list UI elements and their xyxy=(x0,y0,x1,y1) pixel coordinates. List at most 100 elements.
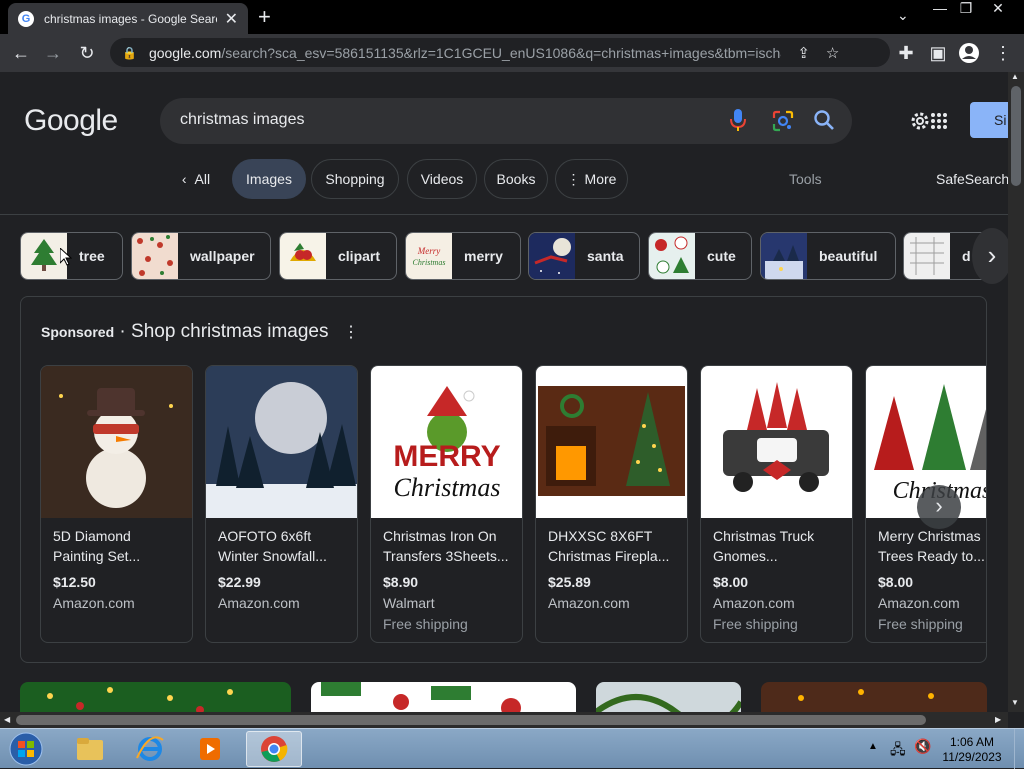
product-title: AOFOTO 6x6ft Winter Snowfall... xyxy=(218,528,327,564)
system-clock[interactable]: 1:06 AM 11/29/2023 xyxy=(936,735,1008,765)
horizontal-scrollbar[interactable]: ◀ ▶ xyxy=(0,712,1008,728)
sign-in-button[interactable]: Si xyxy=(970,102,1008,138)
product-card[interactable]: DHXXSC 8X6FT Christmas Firepla... $25.89… xyxy=(535,365,688,643)
filter-all-label: All xyxy=(194,171,211,187)
safesearch-button[interactable]: SafeSearch xyxy=(936,171,1008,187)
related-chip-santa[interactable]: santa xyxy=(528,232,640,280)
related-chip-clipart[interactable]: clipart xyxy=(279,232,397,280)
forward-arrow-icon[interactable]: → xyxy=(40,40,66,66)
share-icon[interactable]: ⇪ xyxy=(797,44,810,62)
internet-explorer-taskbar[interactable] xyxy=(122,731,178,767)
product-title: Merry Christmas Trees Ready to... xyxy=(878,528,985,564)
filter-more-label: More xyxy=(584,171,617,187)
santa-thumbnail xyxy=(529,233,575,279)
filter-more[interactable]: ⋮ More xyxy=(555,159,628,199)
settings-gear-icon[interactable] xyxy=(908,109,932,133)
reload-icon[interactable]: ↻ xyxy=(74,40,100,66)
tab-title: christmas images - Google Search xyxy=(44,11,217,26)
scroll-down-arrow-icon[interactable]: ▼ xyxy=(1011,698,1019,707)
horizontal-scroll-thumb[interactable] xyxy=(16,715,926,725)
scroll-right-arrow-icon[interactable]: ▶ xyxy=(995,715,1001,724)
file-explorer-taskbar[interactable] xyxy=(62,731,118,767)
folder-icon xyxy=(77,738,103,760)
product-title: 5D Diamond Painting Set... xyxy=(53,528,141,564)
kebab-menu-icon[interactable]: ⋮ xyxy=(990,40,1016,66)
product-store: Amazon.com xyxy=(878,595,960,611)
chrome-taskbar[interactable] xyxy=(246,731,302,767)
internet-explorer-icon xyxy=(136,736,164,761)
filter-books[interactable]: Books xyxy=(484,159,548,199)
product-store: Amazon.com xyxy=(548,595,630,611)
google-apps-icon[interactable] xyxy=(930,112,948,130)
tab-search-chevron-icon[interactable]: ⌄ xyxy=(897,7,909,24)
related-label: beautiful xyxy=(819,248,878,264)
minimize-button[interactable]: — xyxy=(926,0,954,18)
search-icon[interactable] xyxy=(812,108,836,132)
address-bar[interactable]: 🔒 google.com /search?sca_esv=586151135&r… xyxy=(110,38,890,67)
search-query[interactable]: christmas images xyxy=(180,111,304,129)
scroll-left-arrow-icon[interactable]: ◀ xyxy=(4,715,10,724)
related-chip-cute[interactable]: cute xyxy=(648,232,752,280)
new-tab-button[interactable]: + xyxy=(258,4,271,30)
image-result-2[interactable] xyxy=(311,682,576,712)
profile-avatar-icon[interactable] xyxy=(956,40,982,66)
start-button[interactable] xyxy=(0,731,52,767)
tab-close-icon[interactable]: ✕ xyxy=(225,9,238,29)
image-result-3[interactable] xyxy=(596,682,741,712)
product-card[interactable]: MERRY Christmas Christmas Iron On Transf… xyxy=(370,365,523,643)
svg-text:Christmas: Christmas xyxy=(413,258,446,267)
product-store: Amazon.com xyxy=(713,595,795,611)
window-close-button[interactable]: ✕ xyxy=(984,0,1012,18)
more-options-icon[interactable]: ⋮ xyxy=(343,324,359,341)
product-price: $12.50 xyxy=(53,574,96,590)
back-arrow-icon[interactable]: ← xyxy=(8,40,34,66)
tab-strip: G christmas images - Google Search ✕ + ⌄… xyxy=(0,0,1024,34)
network-icon[interactable]: 🖧 xyxy=(890,739,906,763)
related-chip-beautiful[interactable]: beautiful xyxy=(760,232,896,280)
related-next-chevron-icon[interactable]: › xyxy=(972,228,1008,284)
svg-text:MERRY: MERRY xyxy=(393,440,500,473)
google-lens-icon[interactable] xyxy=(772,110,794,132)
microphone-icon[interactable] xyxy=(728,108,748,132)
shopping-next-chevron-icon[interactable]: › xyxy=(917,485,961,529)
image-result-1[interactable] xyxy=(20,682,291,712)
url-host: google.com xyxy=(148,44,222,61)
related-chip-merry[interactable]: Merry Christmas merry xyxy=(405,232,521,280)
show-hidden-icons-icon[interactable]: ▲ xyxy=(868,741,878,752)
product-title: Christmas Iron On Transfers 3Sheets... xyxy=(383,528,509,564)
extensions-icon[interactable]: ✚ xyxy=(893,40,919,66)
google-logo[interactable]: Google xyxy=(24,104,118,138)
product-store: Amazon.com xyxy=(218,595,300,611)
vertical-scroll-thumb[interactable] xyxy=(1011,86,1021,186)
clipart-thumbnail xyxy=(280,233,326,279)
product-card[interactable]: 5D Diamond Painting Set... $12.50 Amazon… xyxy=(40,365,193,643)
product-title: DHXXSC 8X6FT Christmas Firepla... xyxy=(548,528,670,564)
more-vert-icon: ⋮ xyxy=(566,170,581,187)
related-label: cute xyxy=(707,248,736,264)
filter-videos[interactable]: Videos xyxy=(407,159,477,199)
tools-button[interactable]: Tools xyxy=(789,171,822,187)
media-player-icon xyxy=(200,738,220,760)
filter-all[interactable]: ‹ All xyxy=(172,159,220,199)
media-player-taskbar[interactable] xyxy=(182,731,238,767)
side-panel-icon[interactable]: ▣ xyxy=(925,40,951,66)
url-path: /search?sca_esv=586151135&rlz=1C1GCEU_en… xyxy=(221,44,782,61)
filter-images[interactable]: Images xyxy=(232,159,306,199)
show-desktop-button[interactable] xyxy=(1014,729,1024,769)
search-box[interactable]: christmas images xyxy=(160,98,852,144)
image-result-4[interactable] xyxy=(761,682,987,712)
vertical-scrollbar[interactable]: ▲ ▼ xyxy=(1008,72,1024,712)
product-card[interactable]: Christmas Truck Gnomes... $8.00 Amazon.c… xyxy=(700,365,853,643)
lock-icon: 🔒 xyxy=(122,45,137,60)
gnome-truck-image xyxy=(701,366,852,518)
product-price: $25.89 xyxy=(548,574,591,590)
related-chip-wallpaper[interactable]: wallpaper xyxy=(131,232,271,280)
scroll-up-arrow-icon[interactable]: ▲ xyxy=(1011,72,1019,81)
browser-tab[interactable]: G christmas images - Google Search ✕ xyxy=(8,3,248,34)
volume-muted-icon[interactable]: 🔇 xyxy=(914,738,931,755)
restore-button[interactable]: ❐ xyxy=(952,0,980,18)
filter-shopping[interactable]: Shopping xyxy=(311,159,399,199)
product-card[interactable]: AOFOTO 6x6ft Winter Snowfall... $22.99 A… xyxy=(205,365,358,643)
bookmark-star-icon[interactable]: ☆ xyxy=(826,44,839,62)
windows-taskbar: ▲ 🖧 🔇 1:06 AM 11/29/2023 xyxy=(0,728,1024,769)
